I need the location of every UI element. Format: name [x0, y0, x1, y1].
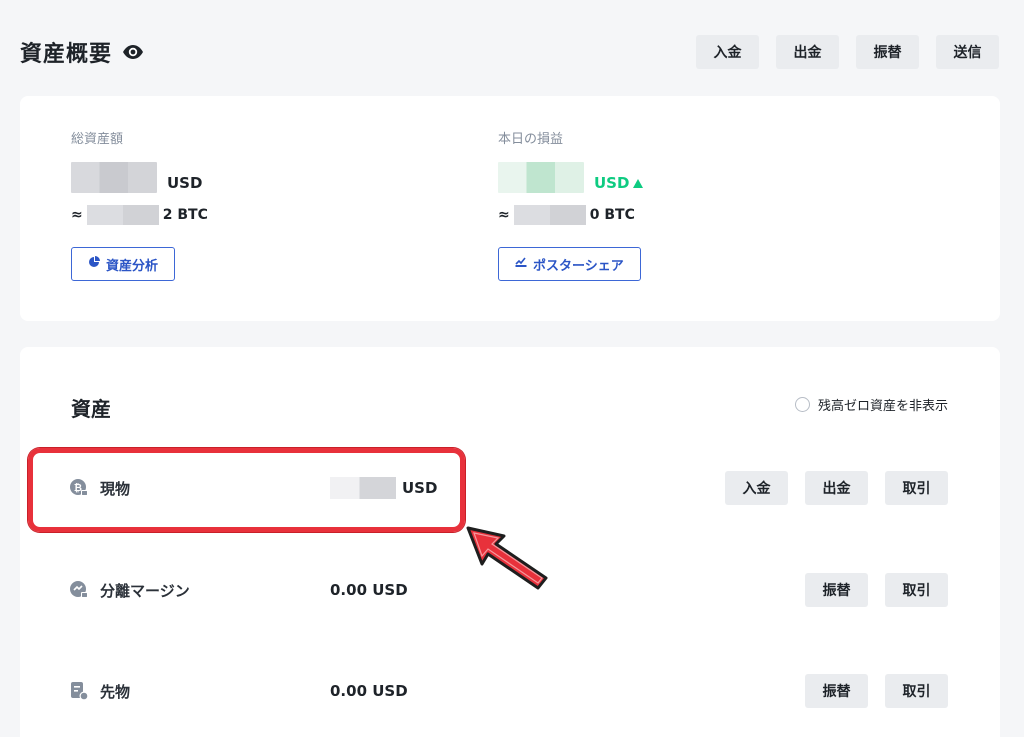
masked-btc-amount — [513, 205, 586, 225]
margin-trade-button[interactable]: 取引 — [885, 573, 948, 607]
margin-coin-icon — [69, 580, 89, 600]
asset-name: 分離マージン — [100, 581, 190, 600]
page-title: 資産概要 — [20, 42, 113, 67]
daily-pnl-section: 本日の損益 USD ≈ 0 BTC ポスターシェア — [498, 128, 644, 281]
asset-analysis-button[interactable]: 資産分析 — [71, 247, 176, 281]
margin-transfer-button[interactable]: 振替 — [805, 573, 868, 607]
asset-name: 先物 — [100, 682, 131, 701]
poster-share-label: ポスターシェア — [533, 258, 624, 274]
total-assets-value: USD — [71, 161, 208, 193]
futures-actions: 振替 取引 — [805, 674, 948, 708]
eye-icon[interactable] — [122, 44, 144, 60]
total-assets-section: 総資産額 USD ≈ 2 BTC 資産分析 — [71, 128, 208, 281]
spot-actions: 入金 出金 取引 — [725, 471, 948, 505]
btc-suffix: 0 BTC — [589, 207, 635, 223]
page-header: 資産概要 — [20, 36, 144, 68]
pnl-unit-text: USD — [594, 174, 630, 192]
poster-share-button[interactable]: ポスターシェア — [498, 247, 641, 281]
pointer-arrow-icon — [466, 526, 548, 590]
total-assets-unit: USD — [167, 174, 203, 192]
approx-symbol: ≈ — [71, 207, 83, 223]
spot-trade-button[interactable]: 取引 — [885, 471, 948, 505]
transfer-button[interactable]: 振替 — [856, 35, 919, 69]
daily-pnl-label: 本日の損益 — [498, 132, 564, 147]
hide-zero-label: 残高ゼロ資産を非表示 — [817, 399, 948, 414]
send-button[interactable]: 送信 — [936, 35, 999, 69]
asset-analysis-label: 資産分析 — [106, 258, 159, 274]
asset-row-futures[interactable]: 先物 0.00 USD 振替 取引 — [20, 671, 1000, 711]
deposit-button[interactable]: 入金 — [696, 35, 759, 69]
hide-zero-radio[interactable] — [794, 397, 810, 412]
masked-btc-amount — [86, 205, 159, 225]
masked-pnl-amount — [498, 162, 584, 193]
chart-share-icon — [515, 256, 527, 272]
triangle-up-icon — [633, 179, 644, 188]
pie-chart-icon — [88, 256, 100, 272]
futures-doc-icon — [69, 681, 89, 701]
spot-deposit-button[interactable]: 入金 — [725, 471, 788, 505]
summary-card: 総資産額 USD ≈ 2 BTC 資産分析 本日の損益 USD ≈ 0 BTC … — [20, 96, 1000, 321]
daily-pnl-btc: ≈ 0 BTC — [498, 205, 643, 225]
hide-zero-balance-toggle[interactable]: 残高ゼロ資産を非表示 — [794, 395, 948, 414]
withdraw-button[interactable]: 出金 — [776, 35, 839, 69]
highlight-box-annotation — [28, 448, 465, 532]
total-assets-btc: ≈ 2 BTC — [71, 205, 208, 225]
approx-symbol: ≈ — [498, 207, 510, 223]
asset-value: 0.00 USD — [330, 581, 408, 599]
total-assets-label: 総資産額 — [71, 132, 124, 147]
margin-actions: 振替 取引 — [805, 573, 948, 607]
btc-suffix: 2 BTC — [162, 207, 208, 223]
asset-value: 0.00 USD — [330, 682, 408, 700]
assets-title: 資産 — [71, 397, 111, 421]
header-actions: 入金 出金 振替 送信 — [696, 35, 999, 69]
spot-withdraw-button[interactable]: 出金 — [805, 471, 868, 505]
futures-transfer-button[interactable]: 振替 — [805, 674, 868, 708]
daily-pnl-value: USD — [498, 161, 644, 193]
masked-amount — [71, 162, 157, 193]
daily-pnl-unit: USD — [594, 174, 644, 193]
futures-trade-button[interactable]: 取引 — [885, 674, 948, 708]
